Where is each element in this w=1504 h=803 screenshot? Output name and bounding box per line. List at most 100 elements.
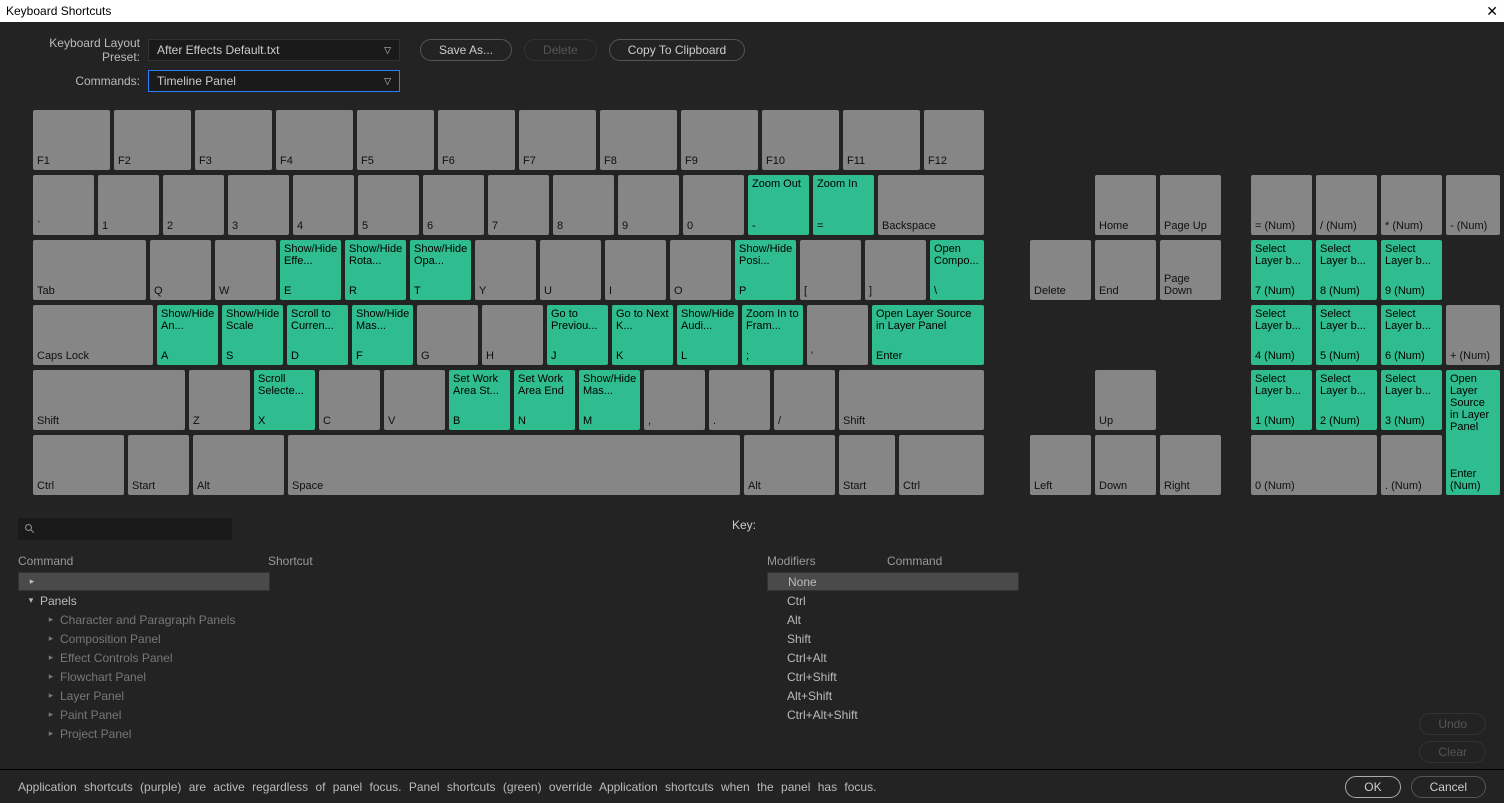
- key-W[interactable]: W: [215, 240, 276, 300]
- list-item[interactable]: ▸Effect Controls Panel: [18, 648, 737, 667]
- key-1[interactable]: 1: [98, 175, 159, 235]
- key-Num[interactable]: / (Num): [1316, 175, 1377, 235]
- key-4Num[interactable]: Select Layer b...4 (Num): [1251, 305, 1312, 365]
- key-F6[interactable]: F6: [438, 110, 515, 170]
- key-F7[interactable]: F7: [519, 110, 596, 170]
- key-R[interactable]: Show/Hide Rota...R: [345, 240, 406, 300]
- modifier-item[interactable]: Alt+Shift: [767, 686, 1486, 705]
- key-L[interactable]: Show/Hide Audi...L: [677, 305, 738, 365]
- key-Num[interactable]: - (Num): [1446, 175, 1500, 235]
- key-[interactable]: ]: [865, 240, 926, 300]
- modifier-item[interactable]: Ctrl+Alt+Shift: [767, 705, 1486, 724]
- key-Ctrl[interactable]: Ctrl: [33, 435, 124, 495]
- key-J[interactable]: Go to Previou...J: [547, 305, 608, 365]
- key-Enter[interactable]: Open Layer Source in Layer PanelEnter: [872, 305, 984, 365]
- key-U[interactable]: U: [540, 240, 601, 300]
- key-9Num[interactable]: Select Layer b...9 (Num): [1381, 240, 1442, 300]
- list-item[interactable]: ▸Layer Panel: [18, 686, 737, 705]
- key-Q[interactable]: Q: [150, 240, 211, 300]
- key-[interactable]: `: [33, 175, 94, 235]
- key-F2[interactable]: F2: [114, 110, 191, 170]
- key-PageDown[interactable]: Page Down: [1160, 240, 1221, 300]
- close-icon[interactable]: ✕: [1486, 3, 1498, 20]
- key-2Num[interactable]: Select Layer b...2 (Num): [1316, 370, 1377, 430]
- key-8Num[interactable]: Select Layer b...8 (Num): [1316, 240, 1377, 300]
- preset-select[interactable]: After Effects Default.txt ▽: [148, 39, 400, 61]
- key-EnterNum[interactable]: Open Layer Source in Layer PanelEnter (N…: [1446, 370, 1500, 495]
- key-X[interactable]: Scroll Selecte...X: [254, 370, 315, 430]
- key-3Num[interactable]: Select Layer b...3 (Num): [1381, 370, 1442, 430]
- key-M[interactable]: Show/Hide Mas...M: [579, 370, 640, 430]
- key-Z[interactable]: Z: [189, 370, 250, 430]
- key-Alt[interactable]: Alt: [193, 435, 284, 495]
- key-Shift[interactable]: Shift: [839, 370, 984, 430]
- key-2[interactable]: 2: [163, 175, 224, 235]
- key-F9[interactable]: F9: [681, 110, 758, 170]
- key-Shift[interactable]: Shift: [33, 370, 185, 430]
- key-5Num[interactable]: Select Layer b...5 (Num): [1316, 305, 1377, 365]
- key-P[interactable]: Show/Hide Posi...P: [735, 240, 796, 300]
- key-Home[interactable]: Home: [1095, 175, 1156, 235]
- key-[interactable]: Zoom In to Fram...;: [742, 305, 803, 365]
- commands-select[interactable]: Timeline Panel ▽: [148, 70, 400, 92]
- key-Left[interactable]: Left: [1030, 435, 1091, 495]
- cancel-button[interactable]: Cancel: [1411, 776, 1486, 798]
- key-Backspace[interactable]: Backspace: [878, 175, 984, 235]
- key-C[interactable]: C: [319, 370, 380, 430]
- key-Num[interactable]: + (Num): [1446, 305, 1500, 365]
- list-item[interactable]: ▾Panels: [18, 591, 737, 610]
- list-item[interactable]: ▸Flowchart Panel: [18, 667, 737, 686]
- search-input[interactable]: [18, 518, 232, 540]
- modifier-item[interactable]: None: [767, 572, 1019, 591]
- copy-clipboard-button[interactable]: Copy To Clipboard: [609, 39, 746, 61]
- key-F[interactable]: Show/Hide Mas...F: [352, 305, 413, 365]
- key-Ctrl[interactable]: Ctrl: [899, 435, 984, 495]
- key-[interactable]: [: [800, 240, 861, 300]
- key-5[interactable]: 5: [358, 175, 419, 235]
- key-[interactable]: Open Compo...\: [930, 240, 984, 300]
- key-PageUp[interactable]: Page Up: [1160, 175, 1221, 235]
- key-D[interactable]: Scroll to Curren...D: [287, 305, 348, 365]
- key-F3[interactable]: F3: [195, 110, 272, 170]
- modifier-item[interactable]: Alt: [767, 610, 1486, 629]
- key-Start[interactable]: Start: [839, 435, 895, 495]
- key-Y[interactable]: Y: [475, 240, 536, 300]
- key-F8[interactable]: F8: [600, 110, 677, 170]
- key-Space[interactable]: Space: [288, 435, 740, 495]
- key-[interactable]: .: [709, 370, 770, 430]
- key-[interactable]: Zoom Out-: [748, 175, 809, 235]
- key-End[interactable]: End: [1095, 240, 1156, 300]
- key-[interactable]: Zoom In=: [813, 175, 874, 235]
- key-7Num[interactable]: Select Layer b...7 (Num): [1251, 240, 1312, 300]
- key-Start[interactable]: Start: [128, 435, 189, 495]
- key-Tab[interactable]: Tab: [33, 240, 146, 300]
- list-item[interactable]: ▸Composition Panel: [18, 629, 737, 648]
- key-K[interactable]: Go to Next K...K: [612, 305, 673, 365]
- key-F12[interactable]: F12: [924, 110, 984, 170]
- key-Num[interactable]: . (Num): [1381, 435, 1442, 495]
- key-A[interactable]: Show/Hide An...A: [157, 305, 218, 365]
- key-N[interactable]: Set Work Area EndN: [514, 370, 575, 430]
- key-Right[interactable]: Right: [1160, 435, 1221, 495]
- key-F11[interactable]: F11: [843, 110, 920, 170]
- key-Down[interactable]: Down: [1095, 435, 1156, 495]
- key-CapsLock[interactable]: Caps Lock: [33, 305, 153, 365]
- key-F10[interactable]: F10: [762, 110, 839, 170]
- modifier-item[interactable]: Shift: [767, 629, 1486, 648]
- key-Alt[interactable]: Alt: [744, 435, 835, 495]
- key-[interactable]: ': [807, 305, 868, 365]
- key-T[interactable]: Show/Hide Opa...T: [410, 240, 471, 300]
- key-Num[interactable]: = (Num): [1251, 175, 1312, 235]
- list-item[interactable]: ▸: [18, 572, 270, 591]
- key-O[interactable]: O: [670, 240, 731, 300]
- key-V[interactable]: V: [384, 370, 445, 430]
- key-[interactable]: /: [774, 370, 835, 430]
- key-9[interactable]: 9: [618, 175, 679, 235]
- key-3[interactable]: 3: [228, 175, 289, 235]
- key-Num[interactable]: * (Num): [1381, 175, 1442, 235]
- key-F1[interactable]: F1: [33, 110, 110, 170]
- key-8[interactable]: 8: [553, 175, 614, 235]
- key-F4[interactable]: F4: [276, 110, 353, 170]
- key-6Num[interactable]: Select Layer b...6 (Num): [1381, 305, 1442, 365]
- modifier-item[interactable]: Ctrl+Alt: [767, 648, 1486, 667]
